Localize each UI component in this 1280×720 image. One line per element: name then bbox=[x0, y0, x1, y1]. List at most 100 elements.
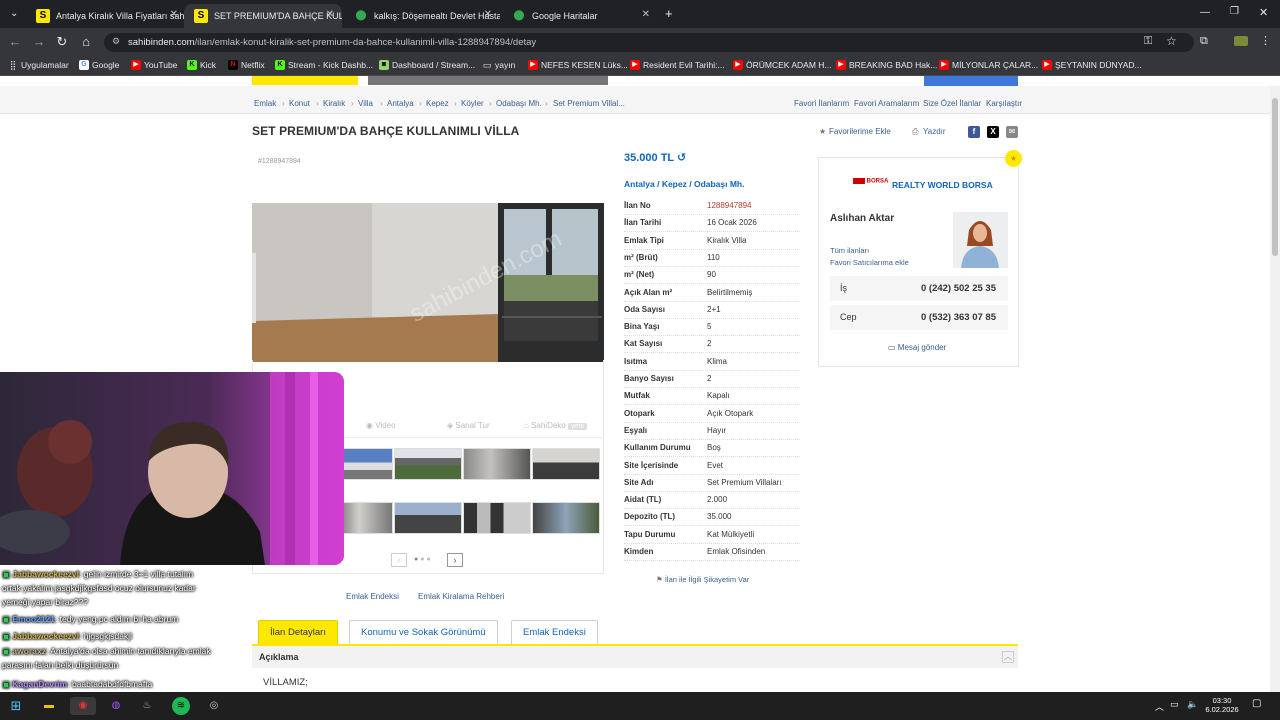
tab-set-premium[interactable]: S SET PREMIUM'DA BAHÇE KULL ✕ bbox=[184, 4, 342, 28]
detail-value: 2+1 bbox=[707, 304, 721, 314]
bookmark-apps[interactable]: ⣿ Uygulamalar bbox=[8, 60, 69, 70]
tab-google-haritalar[interactable]: ⬤ Google Haritalar ✕ bbox=[502, 4, 658, 28]
breadcrumb-item[interactable]: Konut bbox=[289, 99, 310, 108]
extensions-icon[interactable]: ⧉ bbox=[1200, 35, 1208, 48]
taskbar-clock[interactable]: 03:30 6.02.2026 bbox=[1203, 696, 1241, 714]
bookmark-google[interactable]: G Google bbox=[79, 60, 119, 70]
favorite-seller-link[interactable]: Favori Satıcılarıma ekle bbox=[830, 258, 909, 267]
address-bar[interactable]: ⚙ sahibinden.com/ilan/emlak-konut-kirali… bbox=[104, 33, 1194, 52]
thumbs-pagination-dots[interactable]: ●●● bbox=[414, 556, 433, 563]
bookmark-nefes-kesen[interactable]: ▶ NEFES KESEN Lüks... bbox=[528, 60, 628, 70]
close-icon[interactable]: ✕ bbox=[484, 9, 492, 20]
spotify-taskbar-icon[interactable]: ≋ bbox=[172, 697, 190, 715]
breadcrumb-item[interactable]: Villa bbox=[358, 99, 373, 108]
chrome-taskbar-icon[interactable]: ◉ bbox=[70, 697, 96, 715]
photo-thumbnail[interactable] bbox=[532, 502, 600, 534]
photo-thumbnail[interactable] bbox=[532, 448, 600, 480]
post-ad-button[interactable] bbox=[924, 76, 1018, 86]
home-icon[interactable]: ⌂ bbox=[77, 34, 95, 49]
windows-start-icon[interactable]: ⊞ bbox=[7, 697, 25, 715]
tab-kalkis-maps[interactable]: ⬤ kalkış: Döşemealtı Devlet Hasta ✕ bbox=[344, 4, 500, 28]
thumbs-prev-button[interactable]: ‹ bbox=[391, 553, 407, 567]
window-close-icon[interactable]: ✕ bbox=[1259, 6, 1268, 19]
bookmark-folder-yayin[interactable]: ▭ yayın bbox=[482, 60, 516, 70]
x-share-icon[interactable]: X bbox=[987, 126, 999, 138]
main-listing-photo[interactable]: sahibinden.com bbox=[252, 203, 604, 362]
close-icon[interactable]: ✕ bbox=[170, 9, 178, 20]
steam-taskbar-icon[interactable]: ♨ bbox=[138, 697, 156, 715]
bookmark-kick[interactable]: K Kick bbox=[187, 60, 216, 70]
rental-guide-link[interactable]: Emlak Kiralama Rehberi bbox=[418, 592, 504, 601]
agency-name[interactable]: REALTY WORLD BORSA bbox=[892, 180, 993, 190]
tab-listing-details[interactable]: İlan Detayları bbox=[258, 620, 338, 644]
profile-avatar[interactable] bbox=[1234, 36, 1248, 46]
bookmark-seytanin-dunyasi[interactable]: ▶ ŞEYTANIN DÜNYAD... bbox=[1042, 60, 1142, 70]
password-key-icon[interactable]: ⚿ bbox=[1144, 35, 1152, 48]
scrollbar-thumb[interactable] bbox=[1272, 98, 1278, 256]
location-neighborhood[interactable]: Odabaşı Mh. bbox=[694, 179, 745, 189]
bookmark-breaking-bad[interactable]: ▶ BREAKING BAD Hak... bbox=[836, 60, 937, 70]
bookmark-milyonlar[interactable]: ▶ MİLYONLAR ÇALAR... bbox=[939, 60, 1038, 70]
tab-antalya-kiralik[interactable]: S Antalya Kiralık Villa Fiyatları sah ✕ bbox=[26, 4, 186, 28]
close-icon[interactable]: ✕ bbox=[326, 9, 334, 20]
special-listings-link[interactable]: Size Özel İlanlar bbox=[923, 99, 981, 108]
price-history-icon[interactable]: ↺ bbox=[677, 152, 686, 164]
file-explorer-icon[interactable]: ▬ bbox=[40, 697, 58, 715]
breadcrumb-item[interactable]: Set Premium Villal... bbox=[553, 99, 625, 108]
video-tab[interactable]: ◉ Video bbox=[366, 421, 396, 430]
photo-thumbnail[interactable] bbox=[463, 502, 531, 534]
forward-icon[interactable]: → bbox=[30, 34, 48, 49]
volume-icon[interactable]: 🔈 bbox=[1187, 699, 1198, 710]
thumbs-next-button[interactable]: › bbox=[447, 553, 463, 567]
work-phone-row[interactable]: İş 0 (242) 502 25 35 bbox=[830, 276, 1008, 301]
photo-thumbnail[interactable] bbox=[394, 502, 462, 534]
location-city[interactable]: Antalya bbox=[624, 179, 655, 189]
bookmark-star-icon[interactable]: ☆ bbox=[1166, 34, 1177, 48]
new-tab-icon[interactable]: + bbox=[665, 6, 673, 21]
location-district[interactable]: Kepez bbox=[662, 179, 687, 189]
breadcrumb-item[interactable]: Emlak bbox=[254, 99, 276, 108]
collapse-icon[interactable]: ︿ bbox=[1002, 651, 1014, 663]
all-listings-link[interactable]: Tüm ilanları bbox=[830, 246, 869, 255]
app-taskbar-icon[interactable]: ◎ bbox=[205, 697, 223, 715]
virtual-tour-tab[interactable]: ◈ Sanal Tur bbox=[447, 421, 490, 430]
bookmark-stream-kick[interactable]: K Stream - Kick Dashb... bbox=[275, 60, 373, 70]
breadcrumb-item[interactable]: Köyler bbox=[461, 99, 484, 108]
compare-link[interactable]: Karşılaştır bbox=[986, 99, 1022, 108]
favorite-listings-link[interactable]: Favori İlanlarım bbox=[794, 99, 849, 108]
bookmark-netflix[interactable]: N Netflix bbox=[228, 60, 265, 70]
tray-chevron-icon[interactable]: ︿ bbox=[1155, 700, 1164, 713]
back-icon[interactable]: ← bbox=[6, 34, 24, 49]
breadcrumb-item[interactable]: Antalya bbox=[387, 99, 414, 108]
photo-thumbnail[interactable] bbox=[394, 448, 462, 480]
bookmark-youtube[interactable]: ▶ YouTube bbox=[131, 60, 177, 70]
reload-icon[interactable]: ↻ bbox=[53, 34, 71, 50]
send-message-link[interactable]: ▭ Mesaj gönder bbox=[888, 343, 946, 352]
bookmark-orumcek-adam[interactable]: ▶ ÖRÜMCEK ADAM H... bbox=[733, 60, 831, 70]
obs-taskbar-icon[interactable]: ◍ bbox=[107, 697, 125, 715]
restore-icon[interactable]: ❐ bbox=[1230, 6, 1239, 17]
email-share-icon[interactable]: ✉ bbox=[1006, 126, 1018, 138]
site-info-icon[interactable]: ⚙ bbox=[112, 36, 120, 47]
mobile-phone-row[interactable]: Cep 0 (532) 363 07 85 bbox=[830, 305, 1008, 330]
facebook-share-icon[interactable]: f bbox=[968, 126, 980, 138]
menu-icon[interactable]: ⋮ bbox=[1260, 34, 1271, 47]
emlak-endeksi-link[interactable]: Emlak Endeksi bbox=[346, 592, 399, 601]
photo-thumbnail[interactable] bbox=[463, 448, 531, 480]
favorite-searches-link[interactable]: Favori Aramalarım bbox=[854, 99, 919, 108]
network-icon[interactable]: ▭ bbox=[1170, 699, 1179, 710]
breadcrumb-item[interactable]: Odabaşı Mh. bbox=[496, 99, 542, 108]
tab-location-street-view[interactable]: Konumu ve Sokak Görünümü bbox=[349, 620, 498, 644]
minimize-icon[interactable]: — bbox=[1200, 7, 1210, 18]
complaint-link[interactable]: ⚑ İlan ile İlgili Şikayetim Var bbox=[656, 575, 749, 584]
breadcrumb-item[interactable]: Kiralık bbox=[323, 99, 345, 108]
close-icon[interactable]: ✕ bbox=[642, 9, 650, 20]
bookmark-dashboard[interactable]: ◙ Dashboard / Stream... bbox=[379, 60, 475, 70]
bookmark-resident-evil[interactable]: ▶ Resident Evil Tarihi:... bbox=[630, 60, 725, 70]
add-favorite-link[interactable]: Favorilerime Ekle bbox=[829, 127, 891, 136]
print-link[interactable]: Yazdır bbox=[923, 127, 946, 136]
sahideko-tab[interactable]: ⌂ SahiDeko yeni bbox=[524, 421, 587, 430]
tab-emlak-endeksi[interactable]: Emlak Endeksi bbox=[511, 620, 598, 644]
notifications-icon[interactable]: ▢ bbox=[1252, 698, 1261, 709]
breadcrumb-item[interactable]: Kepez bbox=[426, 99, 449, 108]
